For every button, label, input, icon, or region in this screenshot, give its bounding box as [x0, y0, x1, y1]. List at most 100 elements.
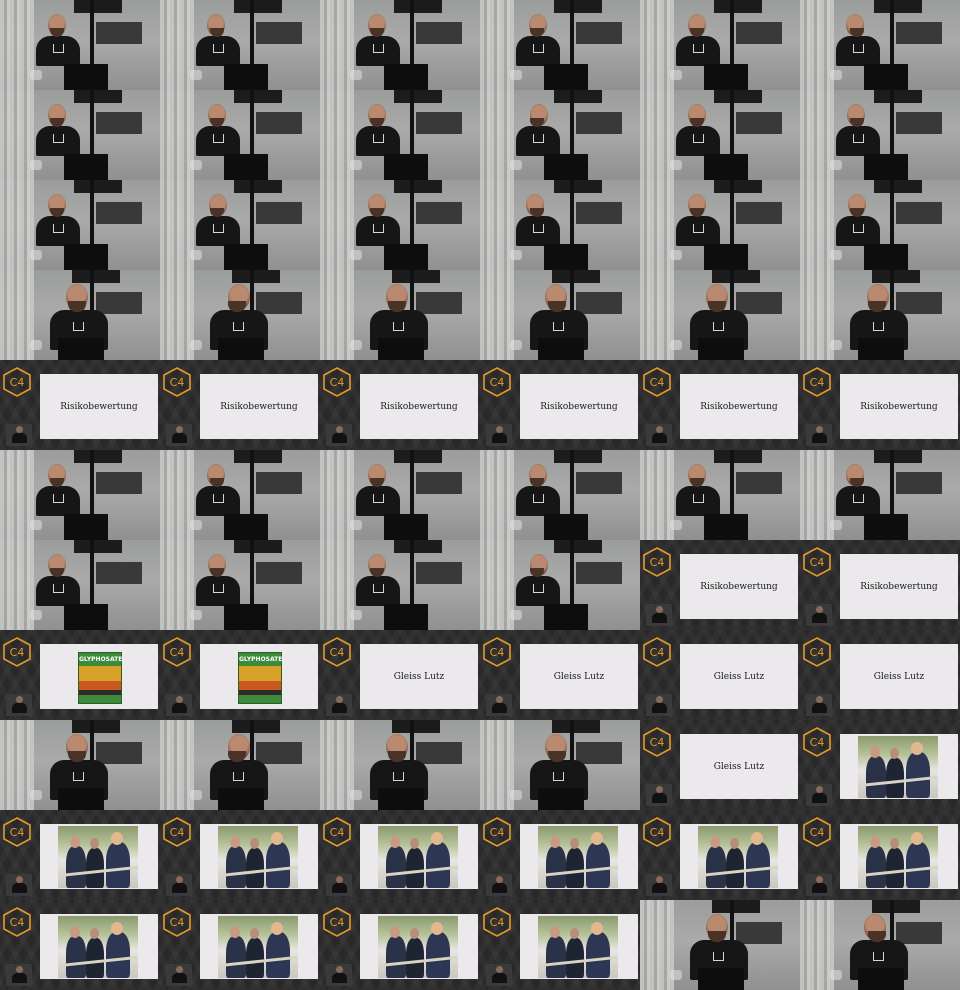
- desk-object: [30, 250, 42, 260]
- pip-body: [12, 703, 27, 713]
- stage-light: [576, 22, 622, 44]
- shirt-logo: [233, 322, 244, 331]
- shirt-logo: [233, 772, 244, 781]
- stage-speaker-box: [392, 270, 440, 283]
- svg-text:C4: C4: [490, 826, 505, 839]
- desk-object: [830, 70, 842, 80]
- person-middle: [406, 848, 424, 888]
- desk-object: [510, 520, 522, 530]
- pip-head: [656, 606, 663, 613]
- tug-of-war-photo: [858, 826, 938, 888]
- laptop: [864, 244, 908, 270]
- background-curtain: [0, 450, 34, 540]
- c4-logo-icon: C4: [803, 727, 831, 757]
- speaker-camera-frame-10: [480, 90, 640, 180]
- person-left: [546, 846, 566, 888]
- desk-object: [350, 520, 362, 530]
- laptop: [704, 244, 748, 270]
- tug-of-war-photo: [218, 916, 298, 978]
- shirt-logo: [53, 224, 64, 233]
- background-curtain: [320, 270, 354, 360]
- desk-object: [670, 340, 682, 350]
- light-stand: [410, 450, 414, 520]
- desk-object: [30, 70, 42, 80]
- pip-body: [332, 883, 347, 893]
- person-right: [586, 842, 610, 888]
- laptop: [858, 338, 904, 360]
- slide-panel: Risikobewertung: [40, 374, 158, 439]
- laptop: [64, 64, 108, 90]
- light-stand: [90, 180, 94, 250]
- stage-light: [256, 202, 302, 224]
- face-middle: [890, 748, 899, 759]
- desk-object: [30, 160, 42, 170]
- svg-text:C4: C4: [170, 376, 185, 389]
- desk-object: [510, 340, 522, 350]
- speaker-camera-frame-7: [0, 90, 160, 180]
- stage-light: [256, 472, 302, 494]
- stage-light: [256, 292, 302, 314]
- speaker-camera-frame-20: [160, 270, 320, 360]
- slide-panel: Gleiss Lutz: [680, 644, 798, 709]
- pip-head: [496, 876, 503, 883]
- stage-light: [896, 292, 942, 314]
- stage-light: [896, 22, 942, 44]
- pip-body: [812, 613, 827, 623]
- laptop: [544, 604, 588, 630]
- background-curtain: [320, 720, 354, 810]
- stage-speaker-box: [394, 450, 442, 463]
- stage-speaker-box: [394, 180, 442, 193]
- desk-object: [190, 250, 202, 260]
- light-stand: [410, 0, 414, 70]
- speaker-picture-in-picture: [326, 694, 352, 716]
- tug-of-war-photo: [378, 826, 458, 888]
- desk-object: [190, 790, 202, 800]
- slide-frame-43: C4 GLYPHOSATE: [0, 630, 160, 720]
- desk-object: [30, 520, 42, 530]
- light-stand: [250, 450, 254, 520]
- speaker-camera-frame-14: [160, 180, 320, 270]
- pip-body: [492, 973, 507, 983]
- person-left: [226, 846, 246, 888]
- face-left: [70, 836, 80, 848]
- svg-text:C4: C4: [330, 916, 345, 929]
- pip-head: [816, 606, 823, 613]
- svg-text:C4: C4: [490, 916, 505, 929]
- c4-logo-icon: C4: [803, 637, 831, 667]
- shirt-logo: [553, 322, 564, 331]
- person-middle: [566, 848, 584, 888]
- stage-light: [896, 112, 942, 134]
- shirt-logo: [853, 44, 864, 53]
- stage-light: [576, 202, 622, 224]
- pip-head: [16, 696, 23, 703]
- laptop: [64, 604, 108, 630]
- background-curtain: [800, 0, 834, 90]
- stage-light: [96, 22, 142, 44]
- slide-frame-45: C4 Gleiss Lutz: [320, 630, 480, 720]
- person-right: [266, 932, 290, 978]
- pip-body: [172, 973, 187, 983]
- person-right: [746, 842, 770, 888]
- pip-body: [812, 703, 827, 713]
- slide-frame-54: C4: [800, 720, 960, 810]
- laptop: [864, 64, 908, 90]
- person-right: [106, 842, 130, 888]
- stage-speaker-box: [872, 900, 920, 913]
- c4-logo-icon: C4: [3, 367, 31, 397]
- speaker-picture-in-picture: [6, 964, 32, 986]
- svg-text:C4: C4: [10, 376, 25, 389]
- slide-title: Risikobewertung: [860, 401, 938, 412]
- slide-panel: [520, 824, 638, 889]
- laptop: [698, 968, 744, 990]
- pip-head: [816, 426, 823, 433]
- person-right: [426, 932, 450, 978]
- slide-title: Gleiss Lutz: [713, 671, 765, 682]
- face-middle: [730, 838, 739, 849]
- stage-light: [416, 472, 462, 494]
- speaker-picture-in-picture: [646, 784, 672, 806]
- stage-speaker-box: [712, 270, 760, 283]
- face-left: [390, 836, 400, 848]
- stage-light: [96, 562, 142, 584]
- laptop: [544, 514, 588, 540]
- laptop: [864, 514, 908, 540]
